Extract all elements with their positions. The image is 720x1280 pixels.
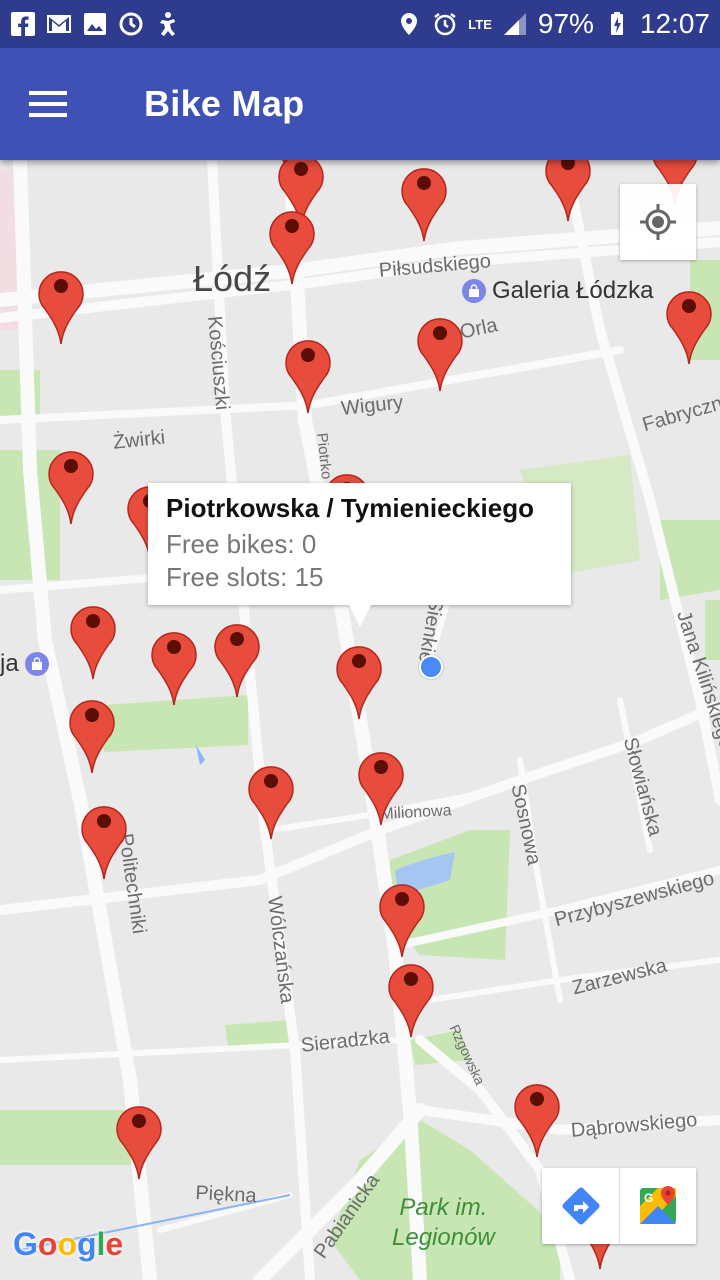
bike-station-marker[interactable] [48, 443, 94, 525]
status-bar: LTE 97% 12:07 [0, 0, 720, 48]
bike-station-marker[interactable] [151, 624, 197, 706]
map-pin-icon [545, 160, 591, 222]
bike-station-marker[interactable] [545, 160, 591, 222]
map-pin-icon [248, 766, 294, 840]
shopping-bag-icon [462, 279, 486, 303]
shopping-bag-icon [24, 652, 49, 676]
map-pin-icon [336, 646, 382, 720]
map-view[interactable]: Łódź Galeria Łódzka ja Park im. Legionów… [0, 160, 720, 1280]
map-pin-icon [514, 1084, 560, 1158]
map-pin-icon [401, 168, 447, 242]
map-pin-icon [69, 700, 115, 774]
bike-station-marker[interactable] [70, 598, 116, 680]
free-bikes: Free bikes: 0 [166, 529, 317, 559]
map-pin-icon [358, 752, 404, 826]
my-location-button[interactable] [620, 184, 696, 260]
crosshair-icon [640, 204, 676, 240]
notification-icons [10, 11, 180, 37]
app-bar: Bike Map [0, 48, 720, 160]
map-pin-icon [388, 964, 434, 1038]
bike-station-marker[interactable] [38, 263, 84, 345]
map-pin-icon [666, 291, 712, 365]
poi-partial-text: ja [0, 650, 19, 677]
gmail-icon [46, 11, 72, 37]
location-icon [396, 11, 422, 37]
bike-station-marker[interactable] [269, 203, 315, 285]
signal-icon [502, 11, 528, 37]
bike-station-marker[interactable] [417, 310, 463, 392]
bike-station-marker[interactable] [358, 744, 404, 826]
accessibility-icon [154, 11, 180, 37]
map-pin-icon [70, 606, 116, 680]
bike-station-marker[interactable] [666, 283, 712, 365]
bike-station-marker[interactable] [285, 332, 331, 414]
map-pin-icon [48, 451, 94, 525]
battery-percent: 97% [537, 8, 594, 39]
station-info-window[interactable]: Piotrkowska / Tymienieckiego Free bikes:… [148, 483, 571, 627]
map-pin-icon [379, 884, 425, 958]
bike-station-marker[interactable] [379, 876, 425, 958]
gallery-icon [82, 11, 108, 37]
bike-station-marker[interactable] [401, 160, 447, 242]
bike-station-marker[interactable] [514, 1076, 560, 1158]
hamburger-menu-icon[interactable] [0, 48, 96, 160]
map-toolbar: G [542, 1168, 696, 1244]
network-type: LTE [468, 16, 492, 32]
poi-partial[interactable]: ja [0, 650, 49, 678]
map-pin-icon [214, 624, 260, 698]
poi-galeria-lodzka[interactable]: Galeria Łódzka [462, 277, 653, 305]
map-pin-icon [151, 632, 197, 706]
map-pin-icon [38, 271, 84, 345]
street-piekna: Piękna [194, 1182, 258, 1208]
city-label: Łódź [193, 258, 272, 299]
clock: 12:07 [639, 8, 710, 39]
bike-station-marker[interactable] [336, 638, 382, 720]
map-pin-icon [269, 211, 315, 285]
google-attribution: Google [13, 1226, 124, 1262]
poi-label-text: Galeria Łódzka [492, 277, 654, 304]
battery-icon [604, 11, 630, 37]
my-location-dot [419, 655, 443, 679]
map-pin-icon [81, 806, 127, 880]
bike-station-marker[interactable] [69, 692, 115, 774]
open-in-maps-button[interactable]: G [619, 1168, 696, 1244]
system-status: LTE 97% 12:07 [396, 8, 710, 40]
directions-icon [561, 1187, 600, 1225]
bike-station-marker[interactable] [81, 798, 127, 880]
free-slots: Free slots: 15 [166, 562, 324, 592]
park-label: Park im. Legionów [392, 1194, 495, 1251]
bike-station-marker[interactable] [214, 616, 260, 698]
facebook-icon [10, 11, 36, 37]
svg-text:G: G [644, 1191, 653, 1205]
sync-icon [118, 11, 144, 37]
app-title: Bike Map [144, 83, 305, 124]
map-pin-icon [116, 1106, 162, 1180]
google-maps-icon: G [640, 1186, 676, 1224]
alarm-icon [432, 11, 458, 37]
bike-station-marker[interactable] [116, 1098, 162, 1180]
map-pin-icon [285, 340, 331, 414]
bike-station-marker[interactable] [248, 758, 294, 840]
map-pin-icon [417, 318, 463, 392]
bike-station-marker[interactable] [388, 956, 434, 1038]
station-name: Piotrkowska / Tymienieckiego [166, 493, 534, 523]
directions-button[interactable] [542, 1168, 619, 1244]
